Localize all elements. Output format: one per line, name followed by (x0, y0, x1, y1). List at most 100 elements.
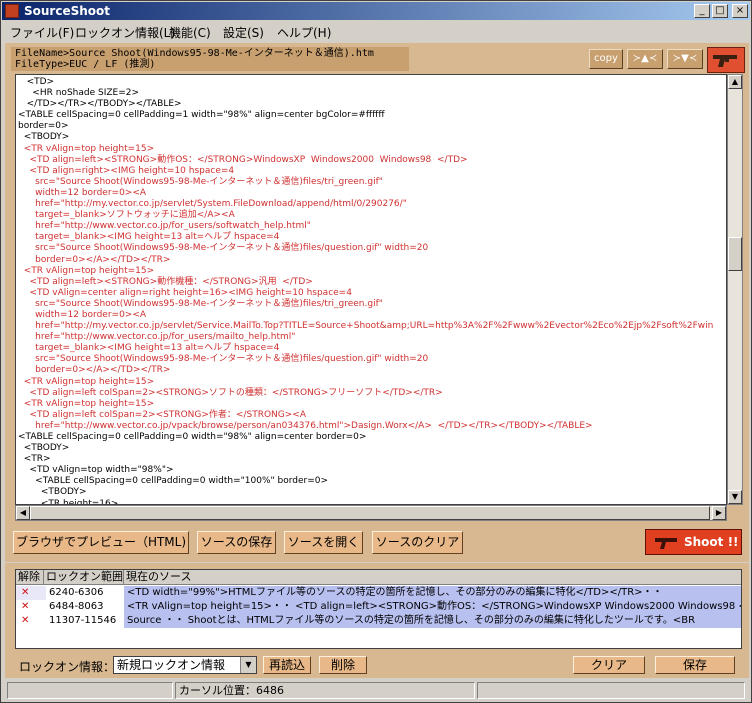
source-line: <TABLE cellSpacing=0 cellPadding=0 width… (18, 432, 367, 442)
window-title: SourceShoot (24, 4, 111, 18)
source-line: <TBODY> (18, 132, 70, 143)
table-row[interactable]: ✕ 6484-8063 <TR vAlign=top height=15>・・ … (16, 600, 741, 614)
close-button[interactable]: × (732, 4, 748, 18)
menu-lockon[interactable]: ロックオン情報(L) (75, 24, 175, 41)
source-cell: <TD width="99%">HTMLファイル等のソースの特定の箇所を記憶し、… (124, 586, 741, 600)
source-line: <TD align=left colSpan=2><STRONG>ソフトの種類：… (18, 387, 443, 398)
source-line: href="http://www.vector.co.jp/for_users/… (18, 221, 311, 232)
action-bar: ブラウザでプレビュー（HTML) ソースの保存 ソースを開く ソースのクリア S… (5, 528, 749, 562)
source-line: target=_blank>ソフトウォッチに追加</A><A (18, 210, 235, 221)
source-line: <TD align=right><IMG height=10 hspace=4 (18, 165, 235, 176)
source-cell: <TR vAlign=top height=15>・・ <TD align=le… (124, 600, 741, 614)
vertical-scrollbar[interactable]: ▲ ▼ (727, 74, 743, 505)
lockon-panel: 解除 ロックオン範囲 現在のソース ✕ 6240-6306 <TD width=… (5, 563, 749, 678)
source-line: href="http://www.vector.co.jp/for_users/… (18, 332, 296, 343)
gun-icon (713, 55, 737, 67)
gun-shoot-button[interactable] (707, 47, 745, 73)
scroll-left-icon[interactable]: ◀ (16, 506, 30, 520)
source-line: <TD align=left colSpan=2><STRONG>作者：</ST… (18, 409, 306, 420)
release-x-icon[interactable]: ✕ (21, 614, 29, 628)
source-line: <TABLE cellSpacing=0 cellPadding=0 width… (18, 476, 329, 487)
range-cell: 6240-6306 (46, 586, 124, 600)
menu-settings[interactable]: 設定(S) (223, 24, 264, 41)
source-line: href="http://my.vector.co.jp/servlet/Ser… (18, 321, 714, 332)
cursor-position: カーソル位置：6486 (175, 682, 475, 699)
source-line: href="http://my.vector.co.jp/servlet/Sys… (18, 199, 407, 210)
next-lock-button[interactable]: ≻▼≺ (667, 49, 703, 69)
source-line: border=0></A></TD></TR> (18, 365, 171, 376)
source-line: src="Source Shoot(Windows95-98-Me-インターネッ… (18, 354, 429, 365)
source-line: <TD vAlign=top width="98%"> (18, 465, 174, 476)
minimize-button[interactable]: _ (694, 4, 710, 18)
scroll-down-icon[interactable]: ▼ (728, 490, 742, 504)
release-x-icon[interactable]: ✕ (21, 586, 29, 600)
source-line: <TD> (18, 77, 55, 87)
source-line: src="Source Shoot(Windows95-98-Me-インターネッ… (18, 298, 383, 309)
reload-button[interactable]: 再読込 (263, 656, 311, 674)
source-line: target=_blank><IMG height=13 alt=ヘルプ hsp… (18, 232, 280, 243)
status-cell-empty (7, 682, 173, 699)
source-line: <TD align=left><STRONG>動作機種：</STRONG>汎用 … (18, 276, 313, 287)
menu-help[interactable]: ヘルプ(H) (277, 24, 331, 41)
source-line: <TR> (18, 454, 51, 465)
col-header-source: 現在のソース (124, 570, 741, 585)
source-line: <TR vAlign=top height=15> (18, 265, 155, 276)
horizontal-scroll-thumb[interactable] (30, 506, 710, 520)
source-line: </TD></TR></TBODY></TABLE> (18, 99, 182, 110)
vertical-scroll-thumb[interactable] (728, 237, 742, 271)
file-info: FileName>Source Shoot(Windows95-98-Me-イン… (11, 47, 409, 71)
source-line: width=12 border=0><A (18, 309, 147, 320)
source-line: <TBODY> (18, 487, 87, 498)
source-line: <HR noShade SIZE=2> (18, 88, 140, 99)
col-header-range: ロックオン範囲 (44, 570, 124, 585)
maximize-button[interactable]: □ (712, 4, 728, 18)
source-line: <TBODY> (18, 443, 70, 454)
preview-button[interactable]: ブラウザでプレビュー（HTML) (13, 531, 189, 554)
source-line: <TD vAlign=center align=right height=16>… (18, 287, 352, 298)
source-line: <TR vAlign=top height=15> (18, 143, 155, 154)
source-line: <TABLE cellSpacing=0 cellPadding=1 width… (18, 110, 385, 121)
file-type: FileType>EUC / LF (推測) (15, 59, 156, 70)
table-row[interactable]: ✕ 11307-11546 Source ・・ Shootとは、HTMLファイル… (16, 614, 741, 628)
status-bar: カーソル位置：6486 (5, 681, 749, 700)
clear-source-button[interactable]: ソースのクリア (372, 531, 463, 554)
lockon-info-select[interactable]: 新規ロックオン情報 ▼ (113, 656, 257, 674)
shoot-label: Shoot !! (684, 535, 739, 549)
menu-file[interactable]: ファイル(F) (10, 24, 74, 41)
shoot-button[interactable]: Shoot !! (645, 529, 742, 555)
scroll-right-icon[interactable]: ▶ (712, 506, 726, 520)
release-x-icon[interactable]: ✕ (21, 600, 29, 614)
lockon-info-label: ロックオン情報： (19, 660, 116, 674)
source-line: <TR vAlign=top height=15> (18, 398, 155, 409)
prev-lock-button[interactable]: ≻▲≺ (627, 49, 663, 69)
horizontal-scrollbar[interactable]: ◀ ▶ (15, 505, 727, 521)
menu-bar: ファイル(F) ロックオン情報(L) 機能(C) 設定(S) ヘルプ(H) (2, 21, 750, 40)
source-line: src="Source Shoot(Windows95-98-Me-インターネッ… (18, 243, 429, 254)
lockon-info-value: 新規ロックオン情報 (117, 658, 226, 672)
range-cell: 6484-8063 (46, 600, 124, 614)
source-line: href="http://www.vector.co.jp/vpack/brow… (18, 420, 593, 431)
menu-function[interactable]: 機能(C) (169, 24, 211, 41)
open-source-button[interactable]: ソースを開く (284, 531, 363, 554)
lockon-table: 解除 ロックオン範囲 現在のソース ✕ 6240-6306 <TD width=… (15, 569, 742, 649)
clear-button[interactable]: クリア (573, 656, 645, 674)
app-icon[interactable] (5, 4, 19, 18)
range-cell: 11307-11546 (46, 614, 124, 628)
table-row[interactable]: ✕ 6240-6306 <TD width="99%">HTMLファイル等のソー… (16, 586, 741, 600)
source-line: <TD align=left><STRONG>動作OS：</STRONG>Win… (18, 154, 468, 165)
app-window: SourceShoot _ □ × ファイル(F) ロックオン情報(L) 機能(… (0, 0, 752, 703)
scroll-up-icon[interactable]: ▲ (728, 75, 742, 89)
chevron-down-icon[interactable]: ▼ (240, 657, 256, 673)
delete-button[interactable]: 削除 (319, 656, 367, 674)
source-editor[interactable]: <TD> <HR noShade SIZE=2> </TD></TR></TBO… (15, 74, 727, 505)
copy-button[interactable]: copy (589, 49, 623, 69)
lockon-controls: ロックオン情報： 新規ロックオン情報 ▼ 再読込 削除 クリア 保存 (15, 655, 742, 675)
status-cell-empty-2 (477, 682, 745, 699)
save-source-button[interactable]: ソースの保存 (197, 531, 276, 554)
file-name: FileName>Source Shoot(Windows95-98-Me-イン… (15, 48, 374, 59)
save-button[interactable]: 保存 (655, 656, 735, 674)
source-line: <TR vAlign=top height=15> (18, 376, 155, 387)
source-line: border=0> (18, 121, 69, 132)
title-bar[interactable]: SourceShoot _ □ × (2, 2, 750, 20)
source-line: src="Source Shoot(Windows95-98-Me-インターネッ… (18, 176, 383, 187)
